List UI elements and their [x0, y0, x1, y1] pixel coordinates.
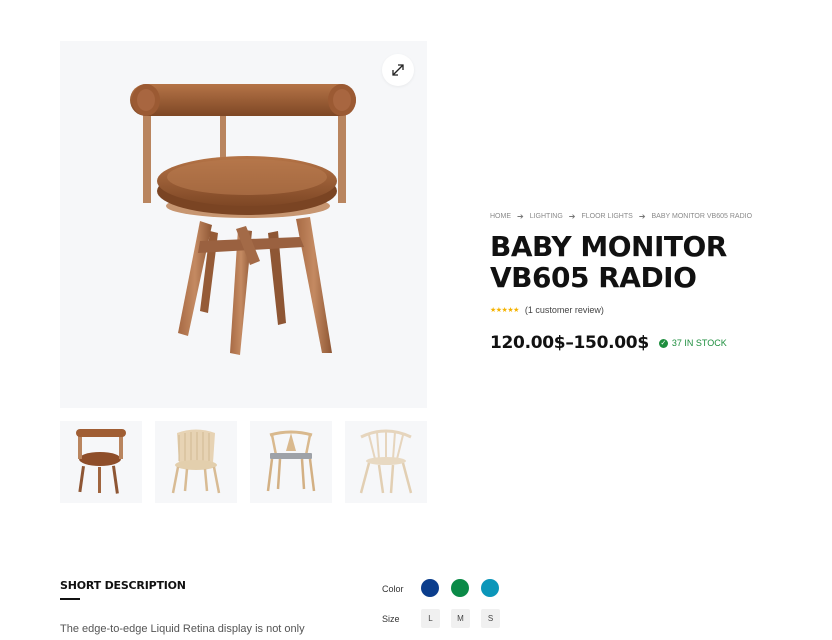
- breadcrumb: HOME ➔ LIGHTING ➔ FLOOR LIGHTS ➔ BABY MO…: [490, 212, 752, 221]
- size-option-m[interactable]: M: [451, 609, 470, 628]
- spindle-chair-thumb-icon: [359, 429, 413, 494]
- stock-text: 37 IN STOCK: [671, 338, 727, 348]
- main-product-image[interactable]: [60, 41, 427, 408]
- expand-icon: [392, 64, 404, 76]
- size-option-s[interactable]: S: [481, 609, 500, 628]
- product-rating: ★★★★★ (1 customer review): [490, 305, 604, 315]
- short-description-text: The edge-to-edge Liquid Retina display i…: [60, 623, 305, 635]
- thumbnail-strip: [60, 421, 427, 503]
- short-description-heading: SHORT DESCRIPTION: [60, 579, 186, 592]
- thumbnail-3[interactable]: [250, 421, 332, 503]
- product-title-line2: VB605 RADIO: [490, 261, 697, 294]
- product-title: BABY MONITOR VB605 RADIO: [490, 231, 790, 293]
- breadcrumb-floor-lights[interactable]: FLOOR LIGHTS: [581, 213, 632, 220]
- size-option-l[interactable]: L: [421, 609, 440, 628]
- check-circle-icon: ✓: [658, 338, 668, 348]
- heading-underline: [60, 598, 80, 600]
- product-title-line1: BABY MONITOR: [490, 230, 727, 263]
- leather-chair-thumb-icon: [76, 429, 126, 494]
- arrow-right-icon: ➔: [517, 212, 524, 221]
- chair-illustration: [130, 84, 356, 355]
- price-row: 120.00$–150.00$ ✓ 37 IN STOCK: [490, 333, 727, 353]
- thumbnail-2[interactable]: [155, 421, 237, 503]
- color-label: Color: [382, 584, 404, 594]
- arrow-right-icon: ➔: [638, 212, 646, 221]
- color-swatch-teal[interactable]: [481, 579, 499, 597]
- size-label: Size: [382, 614, 400, 624]
- wishbone-chair-thumb-icon: [266, 430, 316, 492]
- breadcrumb-current: BABY MONITOR VB605 RADIO: [651, 213, 753, 220]
- zoom-button[interactable]: [382, 54, 414, 86]
- rattan-chair-thumb-icon: [171, 429, 221, 494]
- star-rating-icon: ★★★★★: [490, 307, 519, 314]
- color-swatch-blue[interactable]: [421, 579, 439, 597]
- review-link[interactable]: (1 customer review): [525, 305, 604, 315]
- breadcrumb-lighting[interactable]: LIGHTING: [530, 213, 563, 220]
- arrow-right-icon: ➔: [568, 212, 576, 221]
- color-swatch-green[interactable]: [451, 579, 469, 597]
- breadcrumb-home[interactable]: HOME: [490, 213, 511, 220]
- thumbnail-1[interactable]: [60, 421, 142, 503]
- stock-status: ✓ 37 IN STOCK: [658, 338, 727, 348]
- thumbnail-4[interactable]: [345, 421, 427, 503]
- product-price: 120.00$–150.00$: [490, 333, 649, 353]
